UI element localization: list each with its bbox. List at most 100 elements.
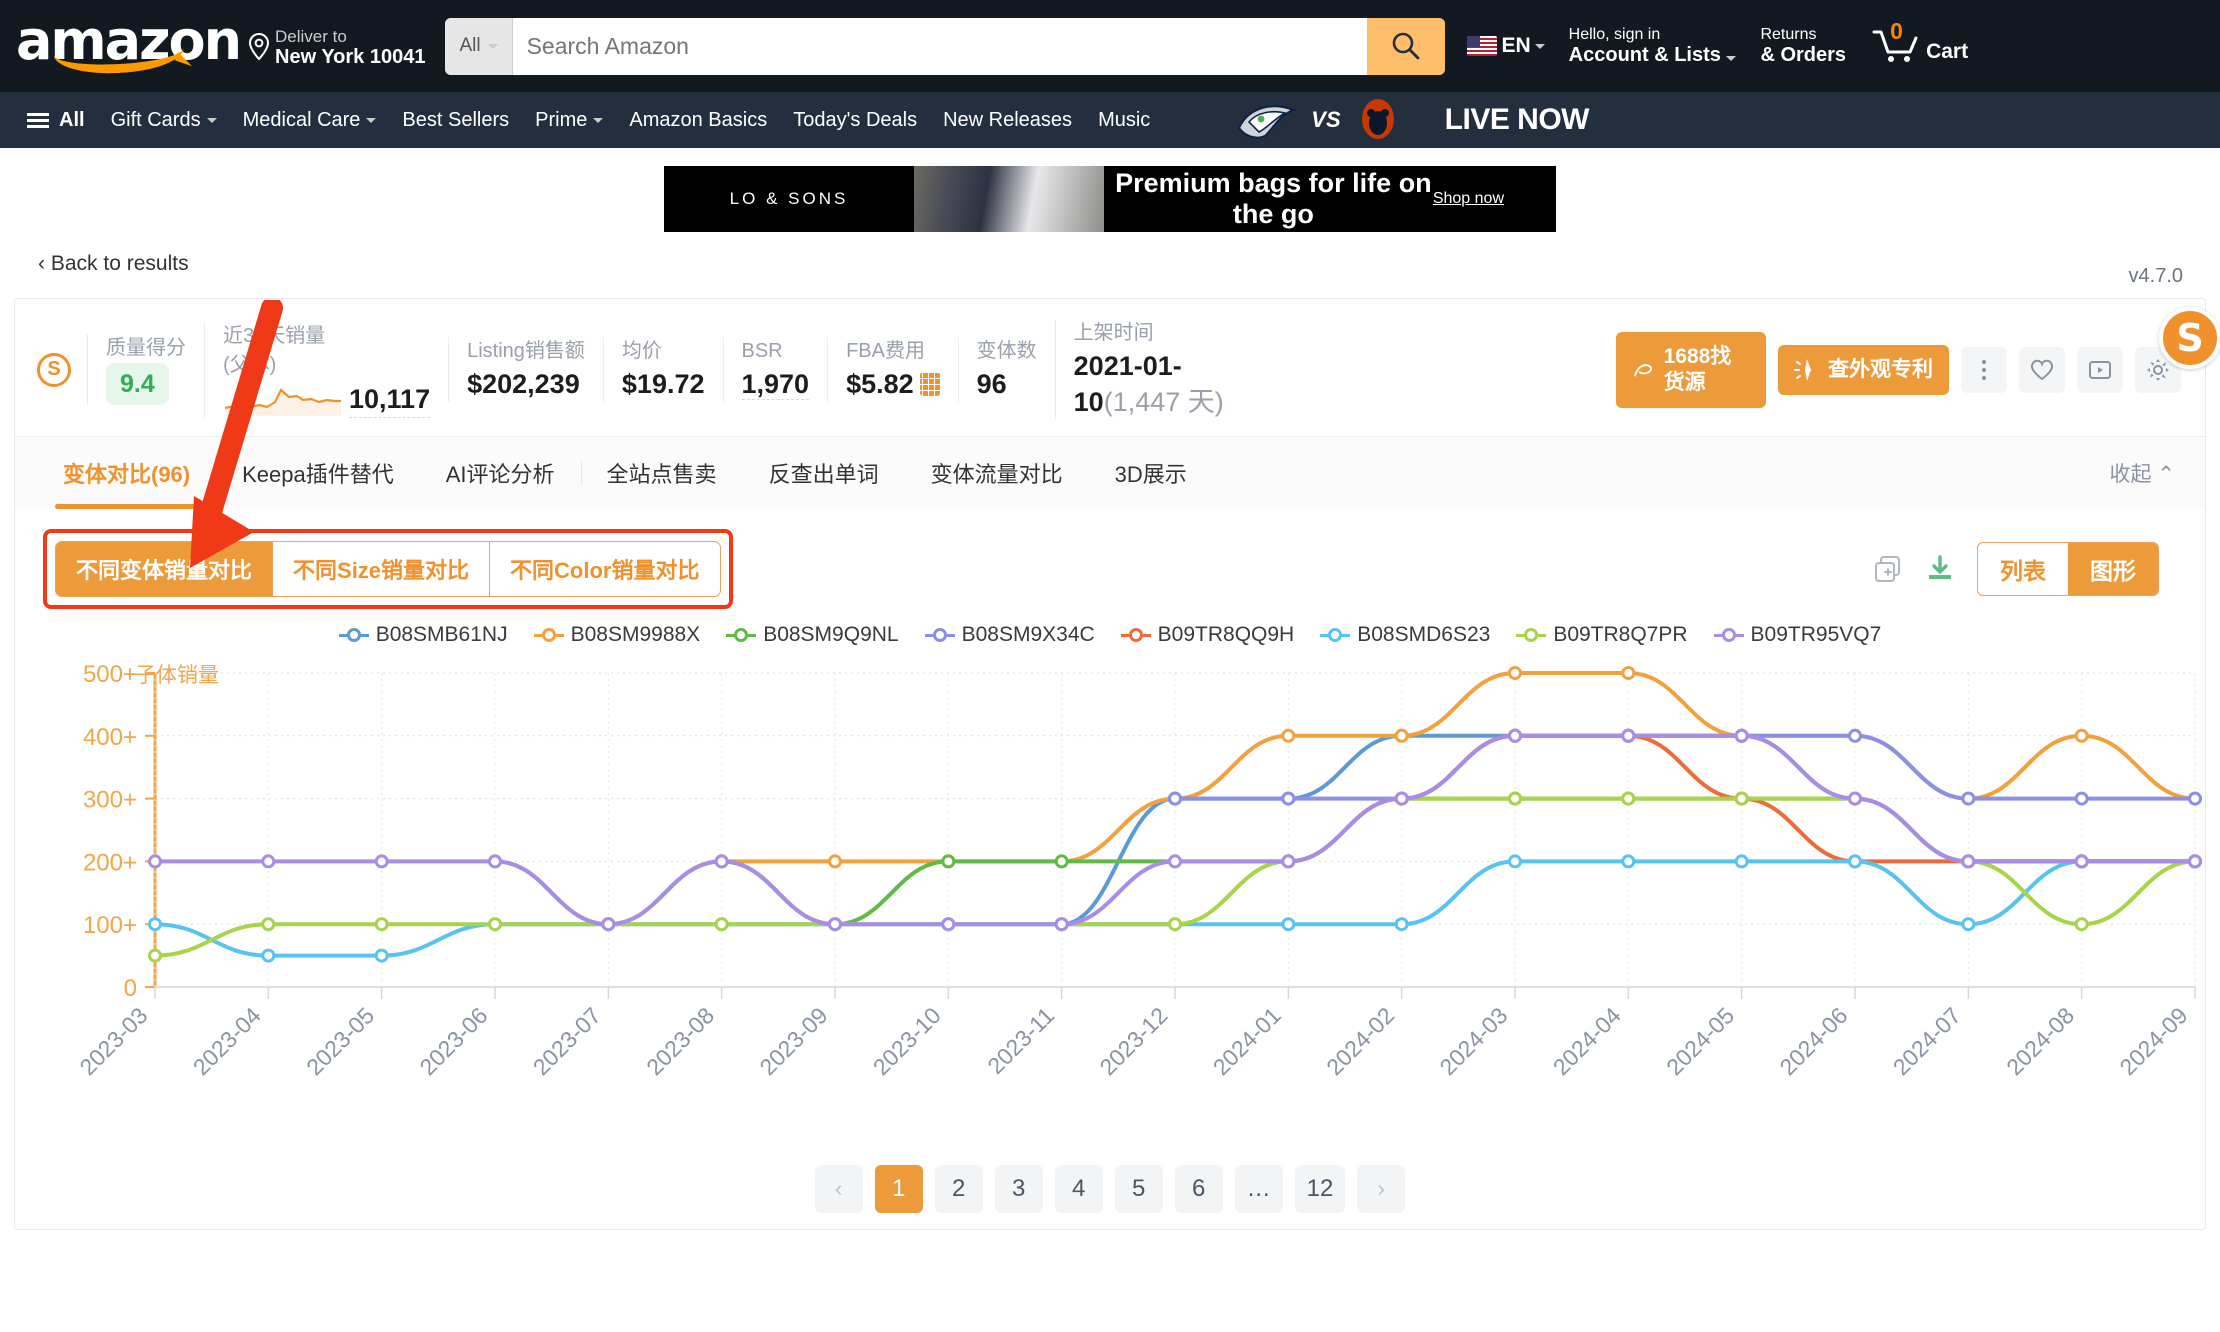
video-button[interactable]	[2077, 346, 2123, 393]
legend-marker-icon	[924, 627, 955, 643]
pagination-ellipsis[interactable]: …	[1234, 1165, 1283, 1213]
legend-marker-icon	[726, 627, 757, 643]
tab-reverse-keywords[interactable]: 反查出单词	[743, 437, 905, 509]
tab-label: 变体流量对比	[930, 462, 1063, 487]
favorite-button[interactable]	[2019, 346, 2065, 393]
tab-all-site-sales[interactable]: 全站点售卖	[580, 437, 743, 509]
cart-button[interactable]: 0 Cart	[1860, 18, 1978, 72]
metric-listing-date: 上架时间 2021-01-10(1,447 天)	[1054, 319, 1285, 420]
nav-item-music[interactable]: Music	[1087, 102, 1161, 139]
legend-label: B09TR8QQ9H	[1157, 623, 1295, 646]
back-link-label: Back to results	[50, 252, 189, 275]
nav-item-gift-cards[interactable]: Gift Cards	[100, 102, 228, 139]
legend-item[interactable]: B08SM9988X	[533, 623, 700, 647]
ad-shop-now-link[interactable]: Shop now	[1433, 190, 1556, 208]
legend-label: B09TR8Q7PR	[1553, 623, 1688, 646]
pagination-page-3[interactable]: 3	[994, 1165, 1043, 1213]
nfl-promo[interactable]: VS	[1235, 97, 1400, 143]
nav-item-todays-deals[interactable]: Today's Deals	[782, 102, 928, 139]
check-design-patent-button[interactable]: 查外观专利	[1778, 344, 1949, 395]
legend-item[interactable]: B08SM9X34C	[924, 623, 1095, 647]
collapse-label: 收起	[2109, 463, 2152, 486]
legend-item[interactable]: B09TR8Q7PR	[1516, 623, 1688, 647]
ad-banner[interactable]: LO & SONS Premium bags for life on the g…	[664, 166, 1556, 232]
search-submit-button[interactable]	[1367, 17, 1446, 75]
metric-value: 96	[976, 369, 1007, 399]
metric-value: $5.82	[846, 369, 914, 399]
x-axis-tick-label: 2023-07	[528, 1002, 606, 1080]
search-category-select[interactable]: All	[445, 17, 513, 75]
legend-item[interactable]: B08SMB61NJ	[338, 623, 508, 647]
back-to-results-link[interactable]: ‹ Back to results	[0, 246, 2220, 276]
pagination-page-1[interactable]: 1	[874, 1165, 923, 1213]
view-mode-list[interactable]: 列表	[1978, 543, 2068, 595]
account-greeting: Hello, sign in	[1568, 26, 1661, 43]
segment-option-variation[interactable]: 不同变体销量对比	[56, 542, 273, 596]
more-options-button[interactable]	[1961, 346, 2007, 393]
nav-item-amazon-basics[interactable]: Amazon Basics	[618, 102, 778, 139]
search-input[interactable]	[512, 17, 1368, 75]
x-axis-tick-label: 2024-09	[2114, 1002, 2192, 1080]
metric-variation-count: 变体数 96	[957, 337, 1055, 402]
tab-variation-compare[interactable]: 变体对比(96)	[37, 437, 216, 509]
sellersprite-panel: v4.7.0 S S 质量得分 9.4 近30天销量(父体) 10,117 Li…	[14, 265, 2220, 1230]
ad-brand: LO & SONS	[729, 189, 849, 208]
pagination-page-4[interactable]: 4	[1054, 1165, 1103, 1213]
x-axis-tick-label: 2024-03	[1434, 1002, 1512, 1080]
legend-item[interactable]: B08SM9Q9NL	[726, 623, 899, 647]
x-axis-tick-label: 2023-10	[868, 1002, 946, 1080]
metric-sub-value: (1,447 天)	[1103, 387, 1224, 417]
sellersprite-logo-badge[interactable]: S	[2159, 307, 2220, 369]
calculator-icon[interactable]	[919, 372, 940, 396]
copy-add-button[interactable]	[1873, 554, 1903, 584]
x-axis-tick-label: 2024-05	[1661, 1002, 1739, 1080]
pagination-page-6[interactable]: 6	[1174, 1165, 1223, 1213]
nav-item-prime[interactable]: Prime	[524, 102, 614, 139]
nav-item-best-sellers[interactable]: Best Sellers	[391, 102, 520, 139]
metric-label: FBA费用	[846, 340, 925, 362]
pagination-next[interactable]: ›	[1357, 1165, 1406, 1213]
button-label: 1688找货源	[1663, 344, 1732, 394]
quality-score-badge: 9.4	[106, 363, 169, 405]
returns-and-orders[interactable]: Returns & Orders	[1750, 18, 1856, 74]
pagination-prev[interactable]: ‹	[814, 1165, 863, 1213]
metric-bsr: BSR 1,970	[722, 337, 828, 402]
y-axis-tick-label: 200+	[83, 849, 137, 876]
download-button[interactable]	[1925, 554, 1955, 584]
gear-icon	[2147, 358, 2169, 381]
nav-item-all[interactable]: All	[16, 102, 96, 139]
search-category-label: All	[459, 35, 481, 56]
account-and-lists[interactable]: Hello, sign in Account & Lists	[1559, 18, 1747, 74]
pagination-page-2[interactable]: 2	[934, 1165, 983, 1213]
nav-label: Best Sellers	[402, 108, 510, 131]
nav-item-medical-care[interactable]: Medical Care	[232, 102, 388, 139]
legend-item[interactable]: B09TR95VQ7	[1713, 623, 1881, 647]
metric-listing-revenue: Listing销售额 $202,239	[448, 337, 603, 402]
pagination-page-12[interactable]: 12	[1294, 1165, 1346, 1213]
segment-option-size[interactable]: 不同Size销量对比	[272, 542, 489, 596]
amazon-logo[interactable]: amazon	[16, 14, 242, 77]
language-selector[interactable]: EN	[1457, 26, 1554, 66]
live-now-label[interactable]: LIVE NOW	[1445, 103, 1590, 137]
collapse-panel-button[interactable]: 收起 ⌃	[2080, 438, 2205, 508]
legend-item[interactable]: B08SMD6S23	[1320, 623, 1490, 647]
tab-3d-display[interactable]: 3D展示	[1089, 437, 1213, 509]
tab-keepa-alternative[interactable]: Keepa插件替代	[216, 437, 420, 509]
tab-ai-review-analysis[interactable]: AI评论分析	[420, 437, 581, 509]
nav-item-new-releases[interactable]: New Releases	[932, 102, 1083, 139]
view-mode-toggle: 列表 图形	[1977, 542, 2159, 596]
x-axis-tick-label: 2024-01	[1208, 1002, 1286, 1080]
tab-variation-traffic[interactable]: 变体流量对比	[905, 437, 1089, 509]
deliver-to-selector[interactable]: Deliver to New York 10041	[240, 18, 433, 74]
legend-marker-icon	[1320, 627, 1351, 643]
find-source-1688-button[interactable]: 1688找货源	[1616, 331, 1766, 408]
more-vertical-icon	[1982, 359, 1986, 380]
segment-option-color[interactable]: 不同Color销量对比	[489, 542, 719, 596]
legend-item[interactable]: B09TR8QQ9H	[1120, 623, 1295, 647]
x-axis-tick-label: 2024-02	[1321, 1002, 1399, 1080]
segment-row: 不同变体销量对比 不同Size销量对比 不同Color销量对比 列表 图形	[15, 509, 2205, 619]
view-mode-chart[interactable]: 图形	[2068, 543, 2158, 595]
variation-sales-line-chart[interactable]: 0 100+ 200+ 300+ 400+ 500+ 2023-03 2023-04 2023-…	[15, 657, 2207, 1147]
pagination-page-5[interactable]: 5	[1114, 1165, 1163, 1213]
chart-legend: B08SMB61NJ B08SM9988X B08SM9Q9NL B08SM9X34C…	[15, 619, 2205, 657]
